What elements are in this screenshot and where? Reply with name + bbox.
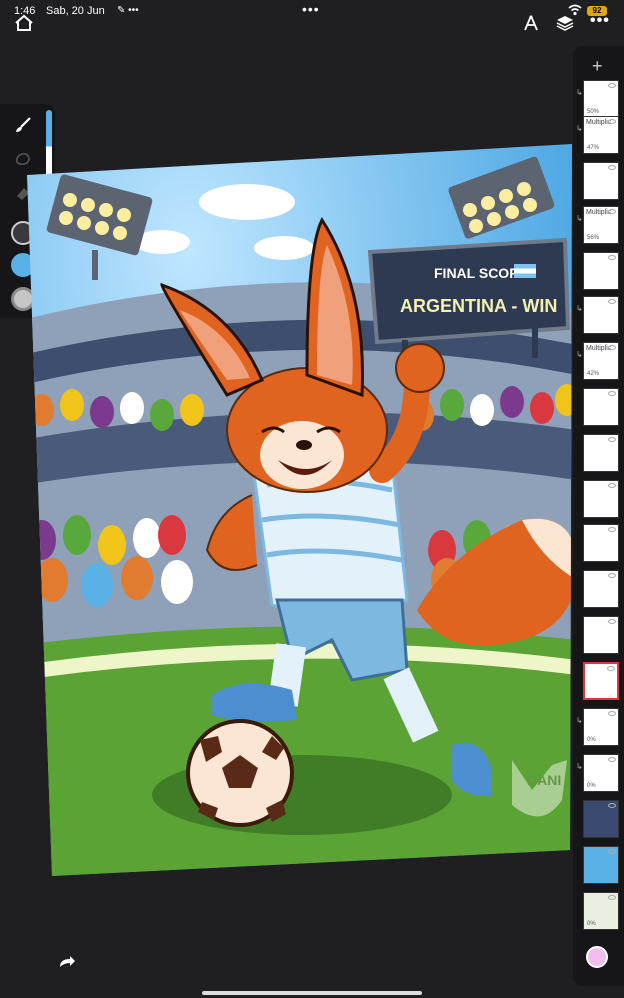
visibility-eye-icon[interactable] xyxy=(608,345,616,350)
layer-opacity: 50% xyxy=(587,109,600,115)
watermark-text: DANI xyxy=(527,772,561,788)
secondary-color-swatch[interactable] xyxy=(586,946,608,968)
gallery-home-icon[interactable] xyxy=(14,14,34,32)
visibility-eye-icon[interactable] xyxy=(608,619,616,624)
layer-thumbnail[interactable] xyxy=(583,252,619,290)
clip-indicator-icon: ↳ xyxy=(576,88,583,97)
visibility-eye-icon[interactable] xyxy=(608,527,616,532)
layer-thumbnail[interactable] xyxy=(583,570,619,608)
selection-compass-icon[interactable] xyxy=(522,14,540,32)
layers-icon[interactable] xyxy=(556,14,574,32)
layer-thumbnail[interactable] xyxy=(583,480,619,518)
procreate-app: 1:46 Sab, 20 Jun ✎ ••• ••• 92 ••• FINAL … xyxy=(0,0,624,998)
layer-thumbnail[interactable]: 0% xyxy=(583,892,619,930)
layer-thumbnail[interactable] xyxy=(583,434,619,472)
layer-opacity: 0% xyxy=(587,737,596,743)
layer-thumbnail[interactable]: 0% xyxy=(583,708,619,746)
visibility-eye-icon[interactable] xyxy=(608,209,616,214)
visibility-eye-icon[interactable] xyxy=(608,165,616,170)
more-options-button[interactable]: ••• xyxy=(590,12,610,30)
visibility-eye-icon[interactable] xyxy=(608,711,616,716)
clip-indicator-icon: ↳ xyxy=(576,350,583,359)
visibility-eye-icon[interactable] xyxy=(608,849,616,854)
visibility-eye-icon[interactable] xyxy=(608,895,616,900)
redo-icon[interactable] xyxy=(58,955,76,969)
layer-thumbnail-selected[interactable] xyxy=(583,662,619,700)
clip-indicator-icon: ↳ xyxy=(576,762,583,771)
multitask-dots-icon[interactable]: ••• xyxy=(302,1,320,17)
clip-indicator-icon: ↳ xyxy=(576,124,583,133)
layer-thumbnail[interactable]: Multiplic 47% xyxy=(583,116,619,154)
layer-thumbnail[interactable] xyxy=(583,616,619,654)
layer-thumbnail[interactable] xyxy=(583,296,619,334)
visibility-eye-icon[interactable] xyxy=(608,119,616,124)
scoreboard-result: ARGENTINA - WIN xyxy=(400,296,557,316)
visibility-eye-icon[interactable] xyxy=(608,573,616,578)
status-extra-icons: ✎ ••• xyxy=(117,5,139,16)
drawing-canvas[interactable]: FINAL SCORE ARGENTINA - WIN DANI xyxy=(22,140,577,880)
layer-thumbnail[interactable] xyxy=(583,524,619,562)
add-layer-button[interactable]: + xyxy=(592,56,603,77)
layers-panel: + ↳ 50% ↳ Multiplic 47% ↳ Multiplic 56% xyxy=(573,46,624,986)
layer-opacity: 56% xyxy=(587,235,600,241)
visibility-eye-icon[interactable] xyxy=(608,299,616,304)
layer-thumbnail[interactable]: Multiplic 56% xyxy=(583,206,619,244)
layer-opacity: 0% xyxy=(587,783,596,789)
visibility-eye-icon[interactable] xyxy=(607,666,615,671)
soccer-ball xyxy=(186,719,294,827)
layer-thumbnail[interactable] xyxy=(583,388,619,426)
layer-thumbnail[interactable] xyxy=(583,846,619,884)
artwork-illustration: FINAL SCORE ARGENTINA - WIN DANI xyxy=(27,144,572,876)
layer-opacity: 0% xyxy=(587,921,596,927)
layer-opacity: 47% xyxy=(587,145,600,151)
visibility-eye-icon[interactable] xyxy=(608,83,616,88)
home-indicator[interactable] xyxy=(202,991,422,995)
visibility-eye-icon[interactable] xyxy=(608,803,616,808)
status-date: Sab, 20 Jun xyxy=(46,5,105,17)
layer-thumbnail[interactable] xyxy=(583,162,619,200)
clip-indicator-icon: ↳ xyxy=(576,716,583,725)
visibility-eye-icon[interactable] xyxy=(608,437,616,442)
visibility-eye-icon[interactable] xyxy=(608,483,616,488)
clip-indicator-icon: ↳ xyxy=(576,214,583,223)
layer-thumbnail[interactable]: 50% xyxy=(583,80,619,118)
visibility-eye-icon[interactable] xyxy=(608,757,616,762)
layer-thumbnail[interactable] xyxy=(583,800,619,838)
visibility-eye-icon[interactable] xyxy=(608,391,616,396)
layer-thumbnail[interactable]: Multiplic 42% xyxy=(583,342,619,380)
layer-opacity: 42% xyxy=(587,371,600,377)
brush-icon[interactable] xyxy=(12,114,34,136)
layer-thumbnail[interactable]: 0% xyxy=(583,754,619,792)
clip-indicator-icon: ↳ xyxy=(576,304,583,313)
visibility-eye-icon[interactable] xyxy=(608,255,616,260)
